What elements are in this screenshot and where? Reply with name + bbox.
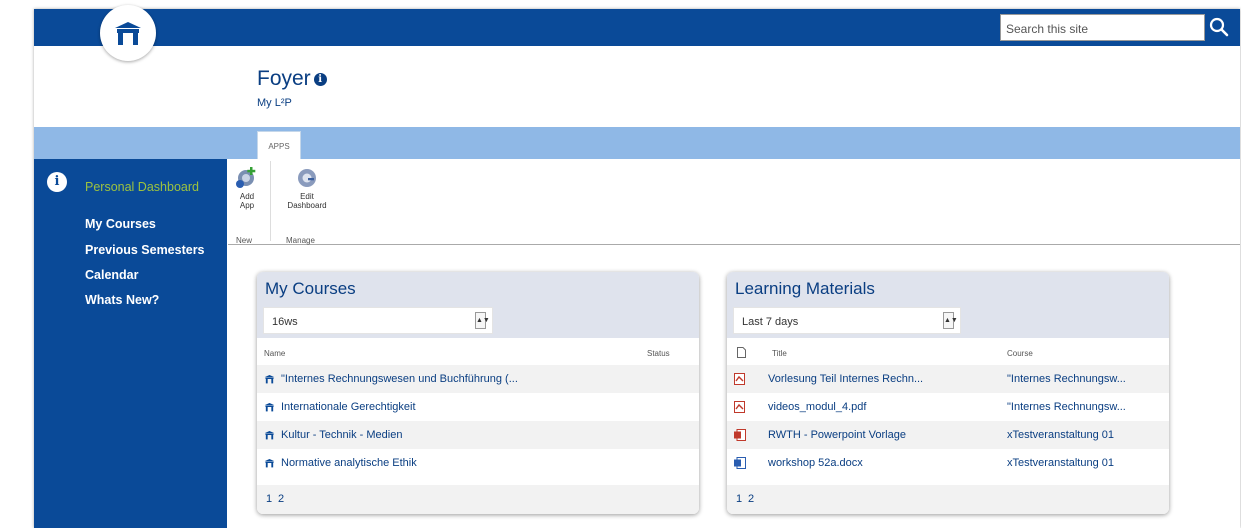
course-icon — [264, 374, 275, 384]
top-bar: Search this site — [34, 9, 1240, 46]
table-row[interactable]: Internationale Gerechtigkeit — [257, 393, 699, 421]
time-filter-select[interactable]: Last 7 days ▲▼ — [733, 307, 961, 334]
search-button[interactable] — [1206, 14, 1232, 40]
material-title: workshop 52a.docx — [768, 457, 863, 469]
course-icon — [264, 402, 275, 412]
edit-dashboard-label-1: Edit — [300, 192, 314, 201]
table-row[interactable]: RWTH - Powerpoint Vorlage xTestveranstal… — [727, 421, 1169, 449]
table-row[interactable]: videos_modul_4.pdf "Internes Rechnungsw.… — [727, 393, 1169, 421]
add-app-label-1: Add — [239, 192, 255, 201]
pdf-icon — [734, 401, 745, 413]
nav-item-whats-new[interactable]: Whats New? — [85, 293, 227, 308]
course-icon — [264, 458, 275, 468]
table-row[interactable]: "Internes Rechnungswesen und Buchführung… — [257, 365, 699, 393]
table-row[interactable]: Vorlesung Teil Internes Rechn... "Intern… — [727, 365, 1169, 393]
material-course: xTestveranstaltung 01 — [1007, 429, 1115, 441]
course-name: "Internes Rechnungswesen und Buchführung… — [281, 373, 518, 385]
column-header-course[interactable]: Course — [1007, 349, 1033, 358]
material-course: "Internes Rechnungsw... — [1007, 373, 1126, 385]
search-input[interactable]: Search this site — [1000, 14, 1205, 41]
time-filter-value: Last 7 days — [742, 316, 799, 328]
document-type-icon[interactable] — [737, 347, 746, 358]
webpart-header: My Courses 16ws ▲▼ — [257, 272, 699, 338]
column-header-status[interactable]: Status — [647, 349, 670, 358]
search-icon — [1209, 17, 1229, 37]
pagination: 1 2 — [257, 485, 699, 514]
powerpoint-icon — [734, 429, 746, 441]
column-header-row: Name Status — [257, 339, 699, 363]
word-icon — [734, 457, 746, 469]
site-logo[interactable] — [100, 5, 156, 61]
site-subtitle[interactable]: My L²P — [257, 97, 292, 109]
semester-select-value: 16ws — [272, 316, 298, 328]
group-label-new: New — [236, 236, 253, 245]
my-courses-webpart: My Courses 16ws ▲▼ Name Status "Internes… — [257, 272, 699, 514]
course-name: Internationale Gerechtigkeit — [281, 401, 416, 413]
page-link-2[interactable]: 2 — [748, 493, 754, 505]
table-row[interactable]: Normative analytische Ethik — [257, 449, 699, 477]
course-name: Kultur - Technik - Medien — [281, 429, 403, 441]
add-app-label-2: App — [239, 201, 255, 210]
ribbon-panel: Add App Edit Dashboard New Manage — [228, 159, 1240, 245]
edit-dashboard-button[interactable]: Edit Dashboard — [280, 166, 334, 210]
table-row[interactable]: Kultur - Technik - Medien — [257, 421, 699, 449]
add-app-icon — [236, 167, 256, 188]
ribbon-bar — [34, 127, 1240, 159]
chevron-down-icon[interactable]: ▲▼ — [943, 312, 958, 329]
logo-icon — [115, 22, 141, 45]
column-header-title[interactable]: Title — [772, 349, 787, 358]
webpart-header: Learning Materials Last 7 days ▲▼ — [727, 272, 1169, 338]
info-icon[interactable]: i — [313, 72, 327, 86]
chevron-down-icon[interactable]: ▲▼ — [475, 312, 490, 329]
group-label-manage: Manage — [286, 236, 315, 245]
left-navigation: i Personal Dashboard My Courses Previous… — [34, 159, 227, 528]
pdf-icon — [734, 373, 745, 385]
edit-dashboard-label-2: Dashboard — [287, 201, 327, 210]
page-frame: Search this site Foyer i My L²P APPS i Pe… — [34, 5, 1240, 528]
my-courses-title[interactable]: My Courses — [265, 279, 356, 299]
learning-materials-title[interactable]: Learning Materials — [735, 279, 875, 299]
column-header-name[interactable]: Name — [264, 349, 285, 358]
edit-dashboard-icon — [298, 169, 316, 187]
column-header-row: Title Course — [727, 339, 1169, 363]
page-link-1[interactable]: 1 — [736, 493, 742, 505]
learning-materials-webpart: Learning Materials Last 7 days ▲▼ Title … — [727, 272, 1169, 514]
material-title: RWTH - Powerpoint Vorlage — [768, 429, 906, 441]
course-name: Normative analytische Ethik — [281, 457, 417, 469]
nav-item-previous-semesters[interactable]: Previous Semesters — [85, 243, 227, 258]
page-link-2[interactable]: 2 — [278, 493, 284, 505]
nav-item-personal-dashboard[interactable]: Personal Dashboard — [85, 180, 227, 195]
material-title: videos_modul_4.pdf — [768, 401, 867, 413]
tab-apps[interactable]: APPS — [257, 131, 301, 159]
material-course: "Internes Rechnungsw... — [1007, 401, 1126, 413]
ribbon-separator — [270, 161, 271, 241]
semester-select[interactable]: 16ws ▲▼ — [263, 307, 493, 334]
material-title: Vorlesung Teil Internes Rechn... — [768, 373, 924, 385]
nav-item-my-courses[interactable]: My Courses — [85, 217, 227, 232]
page-link-1[interactable]: 1 — [266, 493, 272, 505]
site-title: Foyer i — [257, 67, 327, 91]
nav-item-calendar[interactable]: Calendar — [85, 268, 227, 283]
table-row[interactable]: workshop 52a.docx xTestveranstaltung 01 — [727, 449, 1169, 477]
material-course: xTestveranstaltung 01 — [1007, 457, 1115, 469]
course-icon — [264, 430, 275, 440]
info-icon[interactable]: i — [47, 172, 67, 192]
pagination: 1 2 — [727, 485, 1169, 514]
add-app-button[interactable]: Add App — [232, 166, 262, 210]
site-title-text: Foyer — [257, 67, 311, 90]
